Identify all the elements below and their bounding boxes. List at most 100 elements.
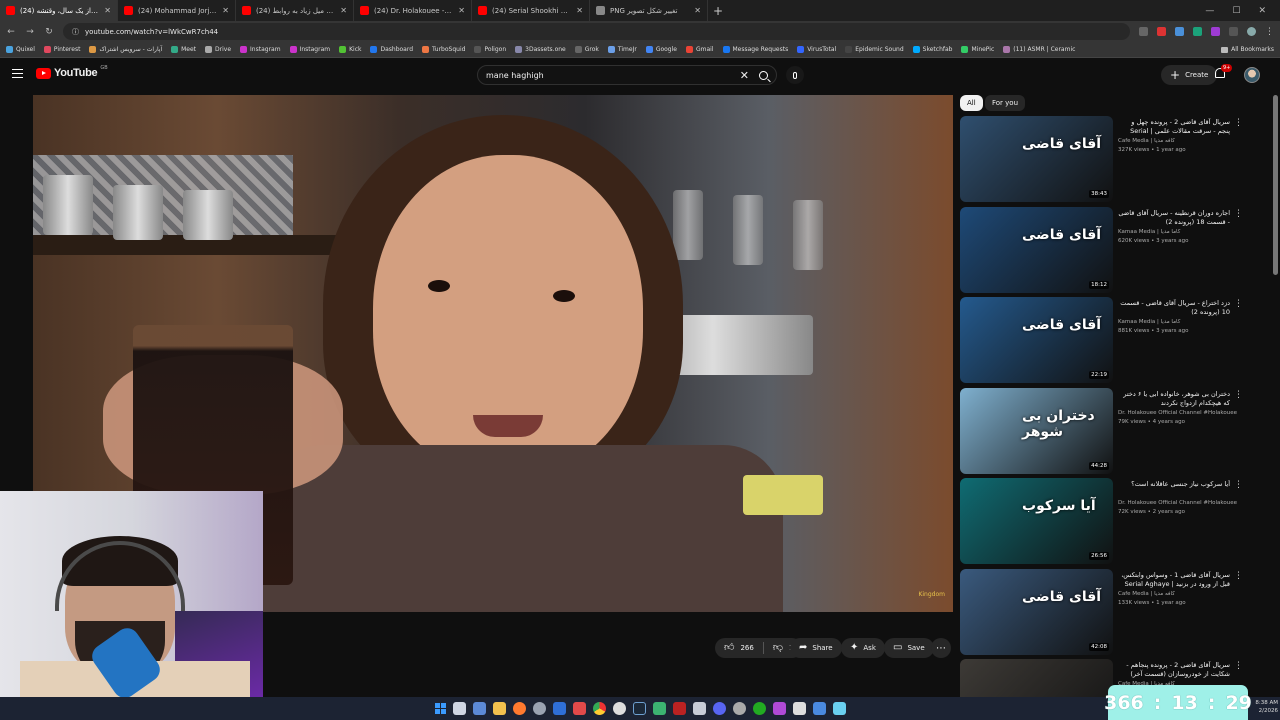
recommended-video[interactable]: آیا سرکوب 26:56 آیا سرکوب نیاز جنسی عاقلان…: [960, 478, 1250, 564]
more-options-icon[interactable]: ⋮: [1234, 390, 1243, 400]
task-view-icon[interactable]: [452, 702, 466, 715]
clear-search-icon[interactable]: ✕: [740, 69, 749, 82]
video-thumbnail[interactable]: دختران بی شوهر 44:28: [960, 387, 1113, 474]
browser-tab[interactable]: (24) دختری با میل زیاد به روابط ✕: [236, 0, 354, 21]
video-title[interactable]: سریال آقای قاضی 2 - پرونده چهل و پنجم - …: [1118, 118, 1230, 136]
more-actions-button[interactable]: ⋯: [931, 638, 951, 658]
recommended-video[interactable]: آقای قاضی 18:12 اجاره دوران قرنطینه - سریا…: [960, 206, 1250, 293]
close-tab-icon[interactable]: ✕: [104, 6, 111, 15]
mail-icon[interactable]: [552, 702, 566, 715]
notes-icon[interactable]: [692, 702, 706, 715]
bookmark-item[interactable]: Instagram: [289, 46, 330, 53]
page-scrollbar[interactable]: [1273, 95, 1278, 275]
address-bar[interactable]: ⓘ youtube.com/watch?v=lWkCwR7ch44: [63, 23, 1130, 40]
new-tab-button[interactable]: +: [708, 4, 728, 18]
menu-icon[interactable]: [12, 69, 23, 78]
bookmark-item[interactable]: Dashboard: [370, 46, 413, 53]
share-button[interactable]: ➦ Share: [790, 638, 842, 658]
app-icon[interactable]: [812, 702, 826, 715]
discord-icon[interactable]: [712, 702, 726, 715]
profile-icon[interactable]: [1247, 27, 1256, 36]
recommended-video[interactable]: آقای قاضی 42:08 سریال آقای قاضی 1 - وسواس …: [960, 568, 1250, 655]
bookmark-item[interactable]: Pinterest: [43, 46, 80, 53]
extension-icon[interactable]: [1157, 27, 1166, 36]
chip-all[interactable]: All: [960, 95, 983, 111]
bookmark-item[interactable]: Quixel: [6, 46, 35, 53]
video-title[interactable]: سریال آقای قاضی 2 - پرونده پنجاهم - شکای…: [1118, 661, 1230, 679]
browser-tab[interactable]: PNG تغییر شکل تصویر ✕: [590, 0, 708, 21]
start-icon[interactable]: [434, 703, 446, 714]
browser-tab[interactable]: (24) Serial Shookhi Kardam - Pa ✕: [472, 0, 590, 21]
all-bookmarks[interactable]: All Bookmarks: [1221, 46, 1274, 53]
search-icon[interactable]: [759, 70, 768, 80]
more-options-icon[interactable]: ⋮: [1234, 661, 1243, 671]
more-options-icon[interactable]: ⋮: [1234, 571, 1243, 581]
bookmark-item[interactable]: Epidemic Sound: [845, 46, 904, 53]
bookmark-item[interactable]: Grok: [574, 46, 599, 53]
close-tab-icon[interactable]: ✕: [576, 6, 583, 15]
extension-icon[interactable]: [1211, 27, 1220, 36]
app-icon[interactable]: [792, 702, 806, 715]
bookmark-item[interactable]: Sketchfab: [912, 46, 952, 53]
close-tab-icon[interactable]: ✕: [694, 6, 701, 15]
rider-icon[interactable]: [772, 702, 786, 715]
more-options-icon[interactable]: ⋮: [1234, 118, 1243, 128]
site-info-icon[interactable]: ⓘ: [72, 27, 79, 37]
channel-name[interactable]: Cafe Media | کافه مدیا: [1118, 138, 1238, 144]
bookmark-item[interactable]: Poligon: [474, 46, 506, 53]
xbox-icon[interactable]: [752, 702, 766, 715]
chrome-icon[interactable]: [592, 702, 606, 715]
bookmark-item[interactable]: TurboSquid: [422, 46, 465, 53]
more-options-icon[interactable]: ⋮: [1234, 480, 1243, 490]
app-icon[interactable]: [652, 702, 666, 715]
search-box[interactable]: mane haghigh ✕: [477, 65, 777, 85]
chip-for-you[interactable]: For you: [985, 95, 1026, 111]
more-options-icon[interactable]: ⋮: [1234, 209, 1243, 219]
app-icon[interactable]: [612, 702, 626, 715]
bookmark-item[interactable]: Drive: [205, 46, 231, 53]
search-app-icon[interactable]: [512, 702, 526, 715]
create-button[interactable]: + Create: [1161, 65, 1218, 85]
channel-name[interactable]: Dr. Holakouee Official Channel #Holakoue…: [1118, 410, 1238, 416]
bookmark-item[interactable]: آپارات - سرویس اشتراک: [89, 46, 162, 53]
app-icon[interactable]: [472, 702, 486, 715]
extension-icon[interactable]: [1229, 27, 1238, 36]
video-thumbnail[interactable]: آقای قاضی 42:08: [960, 568, 1113, 655]
video-title[interactable]: آیا سرکوب نیاز جنسی عاقلانه است؟: [1118, 480, 1230, 489]
minimize-icon[interactable]: —: [1205, 6, 1214, 16]
bookmark-item[interactable]: TimeJr: [607, 46, 637, 53]
channel-name[interactable]: Dr. Holakouee Official Channel #Holakoue…: [1118, 500, 1238, 506]
video-thumbnail[interactable]: آیا سرکوب 26:56: [960, 478, 1113, 564]
extension-icon[interactable]: [1175, 27, 1184, 36]
video-thumbnail[interactable]: آقای قاضی 22:19: [960, 297, 1113, 383]
youtube-logo[interactable]: YouTube GB: [36, 65, 108, 79]
maximize-icon[interactable]: ☐: [1232, 6, 1240, 16]
bookmark-item[interactable]: MinePic: [961, 46, 994, 53]
more-options-icon[interactable]: ⋮: [1234, 299, 1243, 309]
video-title[interactable]: سریال آقای قاضی 1 - وسواس وابتکس، قبل از…: [1118, 571, 1230, 589]
app-icon[interactable]: [732, 702, 746, 715]
reload-icon[interactable]: ↻: [44, 27, 54, 37]
close-window-icon[interactable]: ✕: [1258, 6, 1266, 16]
close-tab-icon[interactable]: ✕: [340, 6, 347, 15]
extension-icon[interactable]: [1193, 27, 1202, 36]
channel-name[interactable]: Kamaa Media | کاما مدیا: [1118, 229, 1238, 235]
extension-icon[interactable]: [1139, 27, 1148, 36]
bookmark-item[interactable]: Instagram: [240, 46, 281, 53]
bookmark-item[interactable]: VirusTotal: [797, 46, 836, 53]
app-icon[interactable]: [672, 702, 686, 715]
video-thumbnail[interactable]: آقای قاضی 38:43: [960, 116, 1113, 202]
taskbar-clock[interactable]: 8:38 AM 2/2026: [1250, 699, 1278, 715]
bookmark-item[interactable]: Kick: [339, 46, 361, 53]
channel-name[interactable]: Kamaa Media | کاما مدیا: [1118, 319, 1238, 325]
recommended-video[interactable]: دختران بی شوهر 44:28 دختران بی شوهر، خانوا…: [960, 387, 1250, 474]
browser-tab[interactable]: (24) Mohammad Jorjandi - You ✕: [118, 0, 236, 21]
browser-tab[interactable]: (24) Dr. Holakouee - YouTube ✕: [354, 0, 472, 21]
account-avatar[interactable]: [1244, 67, 1260, 83]
forward-icon[interactable]: →: [25, 27, 35, 37]
notifications-button[interactable]: 9+: [1215, 64, 1233, 81]
steam-icon[interactable]: [632, 702, 646, 715]
like-button[interactable]: 👍︎ 266: [715, 638, 763, 658]
bookmark-item[interactable]: Meet: [171, 46, 196, 53]
voice-search-button[interactable]: [786, 66, 804, 84]
